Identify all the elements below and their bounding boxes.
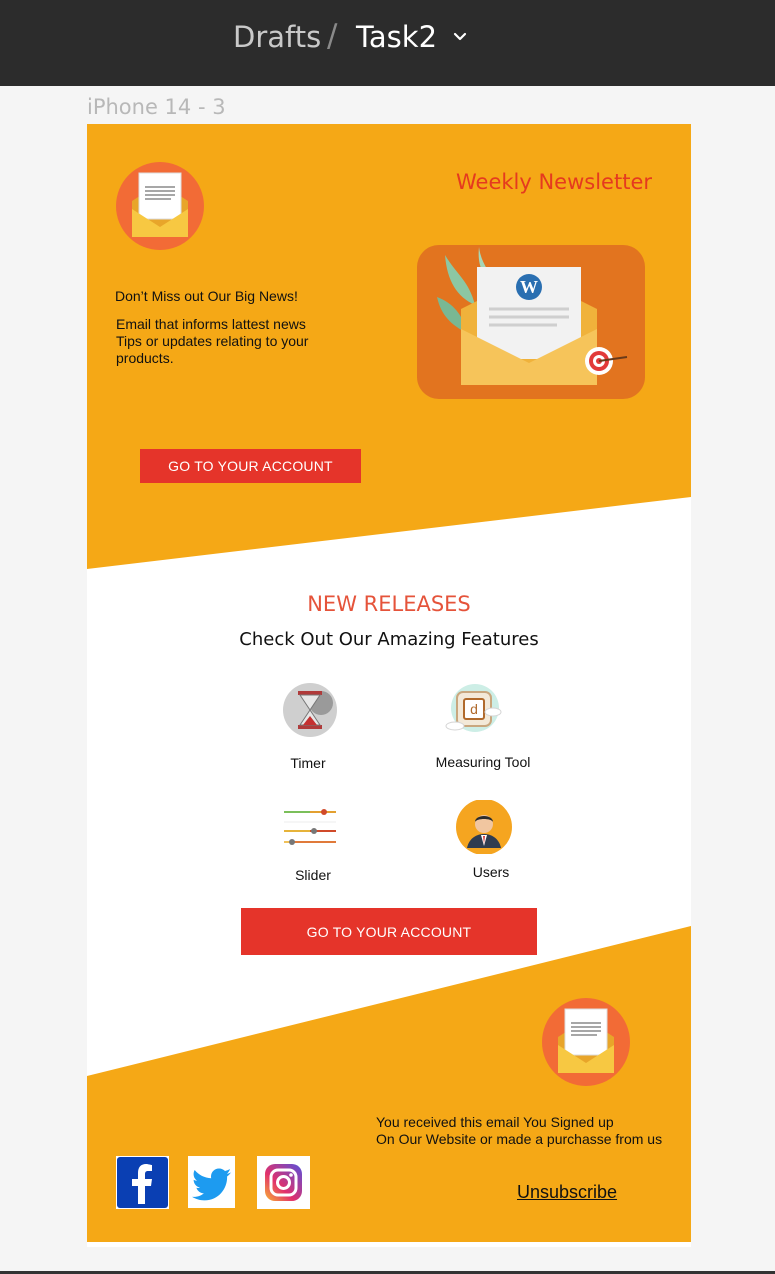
chevron-down-icon[interactable] (452, 30, 468, 44)
go-to-account-button-top[interactable]: GO TO YOUR ACCOUNT (140, 449, 361, 483)
svg-text:d: d (470, 701, 478, 717)
new-releases-title: NEW RELEASES (307, 592, 471, 616)
header-tagline: Don’t Miss out Our Big News! (115, 288, 298, 304)
twitter-icon (192, 1168, 232, 1201)
instagram-link[interactable] (257, 1156, 310, 1209)
breadcrumb-separator: / (327, 18, 338, 54)
instagram-icon (265, 1164, 302, 1201)
facebook-icon (117, 1157, 168, 1208)
feature-label-users: Users (472, 864, 510, 880)
footer-mail-envelope-icon (542, 998, 630, 1086)
mail-envelope-icon (116, 162, 204, 250)
frame-label[interactable]: iPhone 14 - 3 (87, 95, 226, 119)
breadcrumb-current-file[interactable]: Task2 (356, 20, 437, 54)
hourglass-icon (283, 683, 337, 737)
wordpress-newsletter-illustration: W (417, 245, 645, 399)
feature-label-measuring-tool: Measuring Tool (435, 754, 531, 770)
header-description: Email that informs lattest news Tips or … (116, 316, 309, 366)
new-releases-subtitle: Check Out Our Amazing Features (239, 629, 539, 650)
breadcrumb-drafts[interactable]: Drafts (233, 20, 321, 54)
twitter-link[interactable] (188, 1156, 235, 1208)
slider-icon (284, 809, 336, 845)
footer-note: You received this email You Signed up On… (376, 1114, 663, 1147)
newsletter-title: Weekly Newsletter (456, 170, 652, 194)
unsubscribe-link[interactable]: Unsubscribe (517, 1182, 617, 1203)
user-icon (456, 800, 512, 854)
email-frame: Weekly Newsletter W Don’t Miss out Our B… (87, 124, 691, 1247)
go-to-account-button-bottom[interactable]: GO TO YOUR ACCOUNT (241, 908, 537, 955)
feature-label-timer: Timer (290, 755, 326, 771)
feature-label-slider: Slider (295, 867, 331, 883)
measuring-tool-icon: d (445, 684, 502, 732)
svg-text:W: W (520, 277, 538, 297)
facebook-link[interactable] (116, 1156, 169, 1209)
top-bar: Drafts / Task2 (0, 0, 775, 86)
